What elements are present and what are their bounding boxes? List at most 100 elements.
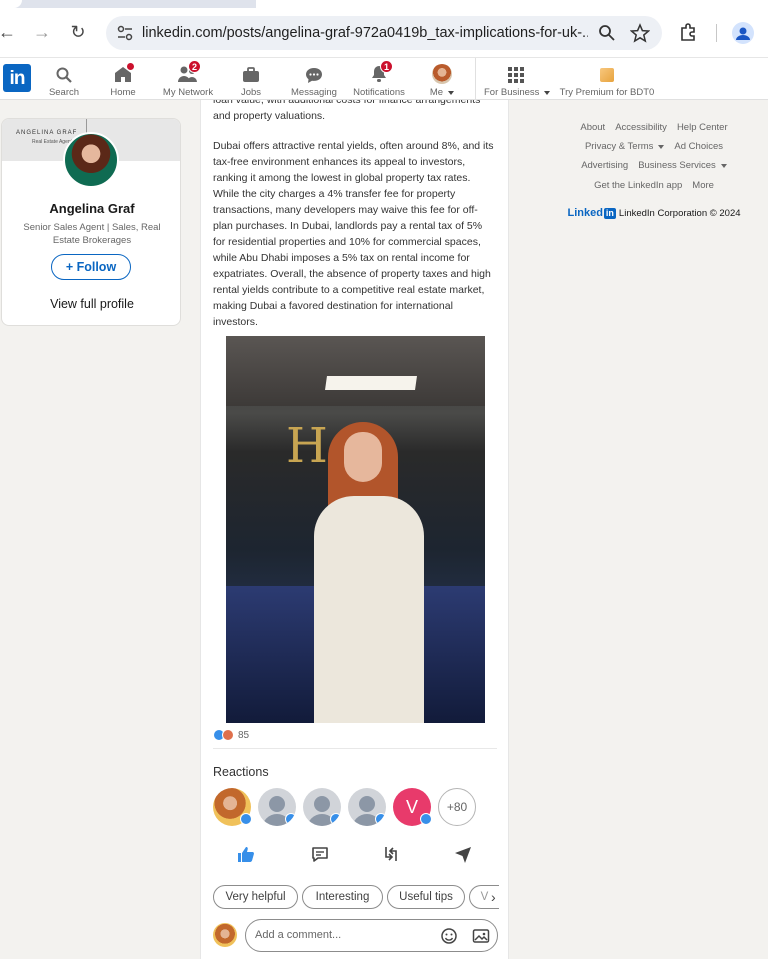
search-icon[interactable] (598, 24, 616, 42)
footer-advertising-link[interactable]: Advertising (581, 160, 628, 171)
suggestion-chip[interactable]: Very helpful (213, 885, 298, 909)
reload-icon[interactable]: ↻ (66, 20, 90, 44)
footer-business-link[interactable]: Business Services (638, 160, 727, 171)
nav-my-network[interactable]: 2 My Network (161, 60, 215, 98)
comment-placeholder: Add a comment... (255, 929, 342, 941)
banner-name: ANGELINA GRAF (16, 130, 78, 136)
copyright-text: LinkedIn Corporation © 2024 (618, 207, 741, 219)
nav-me[interactable]: Me (428, 62, 456, 98)
divider (213, 748, 497, 749)
reactor-initial: V (405, 797, 418, 817)
comment-icon[interactable] (310, 844, 330, 864)
photo-face (344, 432, 382, 482)
image-icon[interactable] (472, 927, 490, 945)
nav-for-business-label: For Business (484, 87, 540, 98)
photo-dress (314, 496, 424, 723)
follow-button[interactable]: + Follow (51, 254, 131, 280)
footer-adchoices-link[interactable]: Ad Choices (674, 141, 723, 152)
bookmark-star-icon[interactable] (630, 23, 650, 43)
footer-copyright: Linked in LinkedIn Corporation © 2024 (540, 207, 768, 219)
reactor-avatar[interactable] (258, 788, 296, 826)
reactor-avatar[interactable] (348, 788, 386, 826)
address-bar[interactable]: linkedin.com/posts/angelina-graf-972a041… (106, 16, 662, 50)
footer-privacy-link[interactable]: Privacy & Terms (584, 141, 665, 152)
author-name[interactable]: Angelina Graf (2, 201, 180, 216)
chevron-down-icon (448, 91, 455, 95)
post-card: loan value, with additional costs for fi… (200, 100, 509, 959)
nav-jobs-label: Jobs (240, 87, 262, 98)
nav-home[interactable]: Home (106, 62, 140, 98)
header-divider (475, 58, 476, 100)
suggestion-chip[interactable]: Useful tips (387, 885, 465, 909)
nav-jobs[interactable]: Jobs (238, 62, 264, 98)
forward-icon[interactable]: → (30, 20, 54, 44)
view-full-profile-link[interactable]: View full profile (2, 297, 180, 311)
more-reactors-button[interactable]: +80 (438, 788, 476, 826)
like-reaction-icon (375, 813, 386, 825)
my-network-badge: 2 (188, 60, 201, 73)
like-reaction-icon (285, 813, 296, 825)
nav-try-premium[interactable]: Try Premium for BDT0 (558, 62, 656, 98)
home-badge-dot (126, 62, 135, 71)
linkedin-logo[interactable]: in (3, 64, 31, 92)
photo-light (325, 376, 417, 390)
post-text-paragraph: loan value, with additional costs for fi… (213, 100, 481, 122)
reaction-count: 85 (238, 729, 250, 741)
footer-app-link[interactable]: Get the LinkedIn app (594, 180, 682, 191)
like-icon[interactable] (236, 844, 256, 864)
post-image[interactable]: HS (226, 336, 485, 723)
site-settings-icon[interactable] (116, 24, 134, 42)
nav-notifications[interactable]: 1 Notifications (351, 60, 407, 98)
nav-my-network-label: My Network (162, 87, 214, 98)
footer-about-link[interactable]: About (580, 122, 605, 133)
author-profile-card: ANGELINA GRAF Real Estate Agent Angelina… (1, 118, 181, 326)
url-text: linkedin.com/posts/angelina-graf-972a041… (142, 25, 588, 41)
linkedin-header: in Search Home 2 My Network Jobs Messagi… (0, 57, 768, 100)
follow-label: Follow (76, 260, 117, 274)
grid-icon (508, 67, 524, 83)
nav-notifications-label: Notifications (353, 87, 405, 98)
extensions-icon[interactable] (678, 22, 698, 42)
chevron-right-icon[interactable]: › (491, 889, 496, 905)
nav-premium-label: Try Premium for BDT0 (559, 87, 655, 98)
chevron-down-icon (544, 91, 551, 95)
photo-ceiling (226, 336, 485, 406)
author-avatar[interactable] (63, 132, 119, 188)
chevron-down-icon (720, 163, 727, 168)
love-reaction-icon (222, 729, 234, 741)
like-reaction-icon (240, 813, 252, 825)
back-icon[interactable]: ← (0, 20, 19, 44)
nav-messaging[interactable]: Messaging (290, 62, 338, 98)
post-text-paragraph: Dubai offers attractive rental yields, o… (213, 140, 494, 328)
suggestion-chip[interactable]: Interesting (302, 885, 383, 909)
comment-input[interactable]: Add a comment... (245, 919, 498, 952)
browser-toolbar: ← → ↻ linkedin.com/posts/angelina-graf-9… (0, 0, 768, 57)
tab-strip (0, 0, 768, 8)
repost-icon[interactable] (381, 844, 401, 864)
author-headline: Senior Sales Agent | Sales, Real Estate … (23, 222, 161, 246)
plus-icon: + (65, 260, 77, 274)
wordmark-in: in (603, 207, 616, 219)
emoji-icon[interactable] (440, 927, 458, 945)
footer-more-link[interactable]: More (692, 180, 714, 191)
reactor-avatar[interactable]: V (393, 788, 432, 826)
footer-business-label: Business Services (638, 160, 716, 171)
notifications-badge: 1 (380, 60, 393, 73)
reactor-avatar[interactable] (213, 788, 252, 826)
reaction-summary[interactable]: 85 (213, 729, 249, 741)
search-icon (56, 67, 72, 83)
toolbar-divider (716, 24, 717, 42)
nav-messaging-label: Messaging (291, 87, 337, 98)
linkedin-wordmark: Linked in (567, 207, 616, 219)
footer-privacy-label: Privacy & Terms (584, 141, 654, 152)
wordmark-text: Linked (567, 207, 603, 219)
nav-for-business[interactable]: For Business (484, 62, 551, 98)
briefcase-icon (243, 67, 259, 82)
send-icon[interactable] (453, 844, 473, 864)
nav-me-label: Me (429, 87, 444, 98)
reactor-avatar[interactable] (303, 788, 341, 826)
nav-search[interactable]: Search (46, 62, 82, 98)
browser-profile-icon[interactable] (732, 22, 754, 44)
footer-help-link[interactable]: Help Center (677, 122, 728, 133)
footer-accessibility-link[interactable]: Accessibility (615, 122, 667, 133)
